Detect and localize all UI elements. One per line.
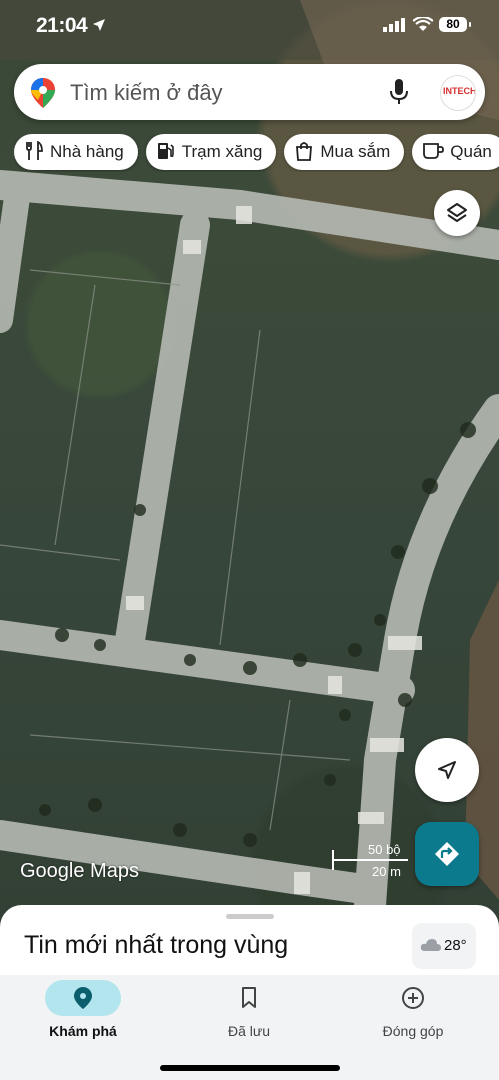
search-input[interactable]: Tìm kiếm ở đây [70,80,223,106]
layers-button[interactable] [434,190,480,236]
category-chips: Nhà hàng Trạm xăng Mua sắm Quán [14,134,499,172]
wifi-icon [413,17,433,31]
add-circle-icon [402,987,424,1009]
chip-label: Nhà hàng [50,142,124,161]
nav-label: Khám phá [49,1023,117,1039]
chip-coffee[interactable]: Quán [412,134,499,170]
weather-chip[interactable]: 28° [412,923,476,969]
chip-label: Mua sắm [320,142,391,161]
directions-icon [435,842,459,866]
layers-icon [447,203,467,222]
cellular-signal-icon [383,18,405,32]
battery-icon: 80 [439,17,471,32]
scale-label-feet: 50 bộ [368,842,401,857]
avatar-logo-text: INTECH [443,86,476,96]
navigation-arrow-icon [438,761,456,779]
microphone-icon[interactable] [390,79,408,105]
directions-button[interactable] [415,822,479,886]
clock: 21:04 [36,14,88,37]
nav-saved-pill [211,980,287,1016]
sheet-drag-handle[interactable] [226,914,274,919]
google-maps-pin-icon [31,78,55,108]
location-arrow-icon [93,19,105,31]
nav-label: Đóng góp [382,1023,444,1039]
nav-label: Đã lưu [227,1023,271,1039]
chip-gas-station[interactable]: Trạm xăng [145,134,277,170]
restaurant-icon [26,140,43,160]
nav-explore-pill [45,980,121,1016]
chip-label: Trạm xăng [181,142,263,161]
nav-explore[interactable]: Khám phá [18,975,148,1055]
search-bar[interactable]: Tìm kiếm ở đây INTECH [14,64,485,120]
google-maps-logo: Google Maps [20,860,139,882]
scale-bar [332,859,408,861]
weather-temperature: 28° [444,937,467,954]
nav-saved[interactable]: Đã lưu [184,975,314,1055]
my-location-button[interactable] [415,738,479,802]
map-scale: 50 bộ 20 m [332,842,410,882]
chip-restaurant[interactable]: Nhà hàng [14,134,138,170]
bookmark-icon [242,987,256,1008]
home-indicator[interactable] [160,1065,340,1071]
status-bar: 21:04 80 [0,0,499,52]
nav-contribute-pill [375,980,451,1016]
explore-pin-icon [74,987,92,1009]
nav-contribute[interactable]: Đóng góp [348,975,478,1055]
coffee-icon [423,142,445,159]
sheet-title: Tin mới nhất trong vùng [24,931,289,959]
scale-label-meters: 20 m [372,864,401,879]
cloud-icon [420,939,441,951]
chip-label: Quán [450,142,492,161]
shopping-bag-icon [296,141,313,161]
account-avatar[interactable]: INTECH [440,75,476,111]
chip-shopping[interactable]: Mua sắm [284,134,405,170]
gas-station-icon [157,142,174,159]
